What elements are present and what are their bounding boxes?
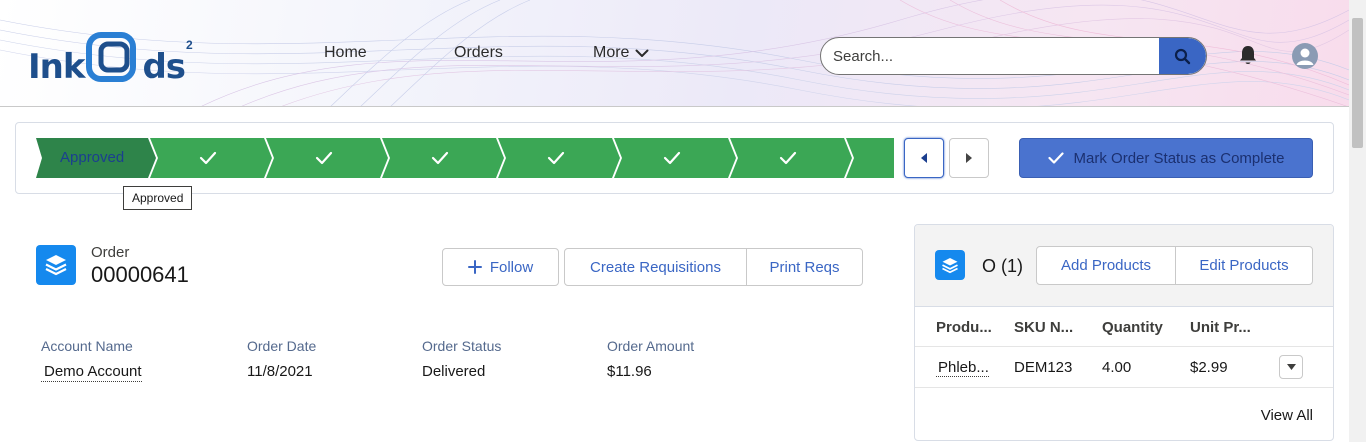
path-stage-complete[interactable] <box>150 138 272 178</box>
quantity-cell: 4.00 <box>1102 359 1132 376</box>
edit-products-button[interactable]: Edit Products <box>1175 246 1313 285</box>
page-scrollbar-thumb[interactable] <box>1352 18 1363 148</box>
chevron-down-icon <box>635 49 649 57</box>
path-stage-complete[interactable] <box>266 138 388 178</box>
nav-orders[interactable]: Orders <box>454 44 503 62</box>
related-list-icon <box>935 250 965 280</box>
search-input[interactable] <box>821 38 1159 74</box>
view-all-link[interactable]: View All <box>1261 407 1313 424</box>
sku-cell: DEM123 <box>1014 359 1073 376</box>
column-header-quantity[interactable]: Quantity <box>1102 319 1163 336</box>
layers-icon <box>942 257 958 273</box>
account-name-label: Account Name <box>41 338 133 354</box>
table-divider <box>915 346 1333 347</box>
product-link[interactable]: Phleb... <box>936 359 989 377</box>
path-stages <box>36 138 894 178</box>
logo-text-right: ds <box>142 47 186 87</box>
record-type-label: Order <box>91 244 130 261</box>
row-actions-button[interactable] <box>1279 355 1303 379</box>
record-title: 00000641 <box>91 262 189 287</box>
related-list-header: O (1) Add Products Edit Products <box>915 225 1333 307</box>
logo-mark-icon <box>86 32 137 82</box>
user-icon <box>1296 48 1314 65</box>
global-search <box>820 37 1207 75</box>
order-status-path: Approved <box>36 138 894 178</box>
path-tooltip: Approved <box>123 186 193 210</box>
search-icon <box>1174 48 1191 64</box>
search-button[interactable] <box>1159 38 1206 74</box>
mark-status-complete-label: Mark Order Status as Complete <box>1073 149 1285 167</box>
unit-price-cell: $2.99 <box>1190 359 1228 376</box>
column-header-product[interactable]: Produ... <box>936 319 992 336</box>
order-date-label: Order Date <box>247 338 317 354</box>
print-reqs-button[interactable]: Print Reqs <box>746 248 863 286</box>
column-header-unit-price[interactable]: Unit Pr... <box>1190 319 1251 336</box>
bell-icon[interactable] <box>1236 43 1260 67</box>
order-status-value: Delivered <box>422 363 486 380</box>
path-stage-complete[interactable] <box>498 138 620 178</box>
user-avatar-icon[interactable] <box>1292 43 1318 69</box>
global-header: Ink ds 2 Home Orders More <box>0 0 1349 107</box>
order-status-label: Order Status <box>422 338 502 354</box>
order-object-icon <box>36 245 76 285</box>
plus-icon <box>467 260 482 274</box>
path-current-stage-label: Approved <box>60 149 125 166</box>
create-requisitions-button[interactable]: Create Requisitions <box>564 248 747 286</box>
nav-home[interactable]: Home <box>324 44 367 62</box>
order-products-related-list: O (1) Add Products Edit Products Produ..… <box>914 224 1334 441</box>
checkmark-icon <box>1047 152 1064 164</box>
caret-right-icon <box>966 153 972 163</box>
order-date-value: 11/8/2021 <box>247 363 313 380</box>
account-name-link[interactable]: Demo Account <box>41 363 142 382</box>
column-header-sku[interactable]: SKU N... <box>1014 319 1073 336</box>
caret-left-icon <box>921 153 927 163</box>
nav-more-label: More <box>593 44 630 61</box>
path-stage-complete[interactable] <box>614 138 736 178</box>
logo-text-left: Ink <box>28 47 85 87</box>
follow-button[interactable]: Follow <box>442 248 559 286</box>
follow-button-label: Follow <box>489 258 534 276</box>
table-divider <box>915 387 1333 388</box>
path-stage-complete[interactable] <box>382 138 504 178</box>
inkods-logo[interactable]: Ink ds 2 <box>28 24 193 84</box>
app-root: Ink ds 2 Home Orders More Search... Appr… <box>0 0 1366 442</box>
order-amount-label: Order Amount <box>607 338 695 354</box>
path-stage-complete[interactable] <box>846 138 894 178</box>
path-scroll-right-button[interactable] <box>949 138 989 178</box>
related-list-title[interactable]: O (1) <box>982 256 1023 277</box>
nav-more[interactable]: More <box>593 44 649 62</box>
mark-status-complete-button[interactable]: Mark Order Status as Complete <box>1019 138 1313 178</box>
layers-icon <box>45 255 67 276</box>
path-stage-complete[interactable] <box>730 138 852 178</box>
order-amount-value: $11.96 <box>607 363 652 380</box>
add-products-button[interactable]: Add Products <box>1036 246 1176 285</box>
path-scroll-left-button[interactable] <box>904 138 944 178</box>
caret-down-icon <box>1286 364 1296 370</box>
logo-superscript: 2 <box>186 38 193 52</box>
